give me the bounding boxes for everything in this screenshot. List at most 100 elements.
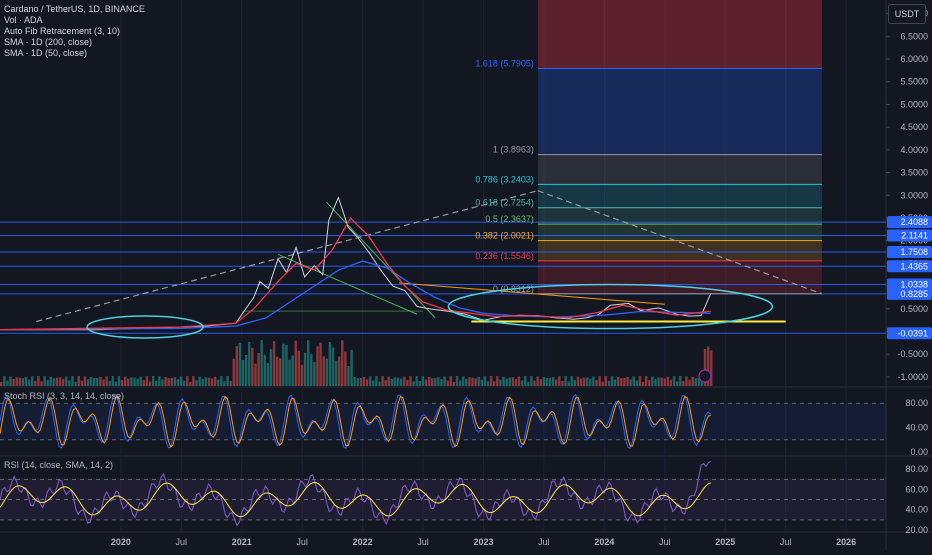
volume-bar bbox=[282, 343, 285, 386]
volume-bar bbox=[458, 380, 462, 386]
volume-bar bbox=[657, 377, 660, 386]
volume-bar bbox=[117, 376, 121, 386]
chart-app: 1.618 (5.7905) 1 (3.8963) 0.786 (3.2403) 0.… bbox=[0, 0, 932, 550]
volume-bar bbox=[443, 376, 446, 386]
volume-bar bbox=[319, 342, 322, 386]
rsi-axis-label: 40.00 bbox=[905, 505, 928, 515]
volume-bar bbox=[74, 381, 77, 386]
rsi-axis-label: 60.00 bbox=[905, 484, 928, 494]
volume-bar bbox=[155, 380, 158, 386]
volume-bar bbox=[558, 376, 561, 386]
legend-fib[interactable]: Auto Fib Retracement (3, 10) bbox=[4, 26, 145, 37]
volume-bar bbox=[272, 341, 276, 386]
time-axis-label: Jul bbox=[176, 537, 188, 547]
volume-bar bbox=[269, 349, 273, 386]
volume-bar bbox=[139, 376, 142, 386]
volume-bar bbox=[341, 340, 344, 386]
fib-level-label: 0.5 (2.3637) bbox=[485, 214, 534, 224]
chart-canvas[interactable]: 1.618 (5.7905) 1 (3.8963) 0.786 (3.2403) 0.… bbox=[0, 0, 932, 550]
volume-bar bbox=[468, 377, 471, 386]
price-axis-label: 0.5000 bbox=[900, 304, 928, 314]
volume-bar bbox=[679, 376, 682, 386]
volume-bar bbox=[300, 364, 304, 386]
volume-bar bbox=[167, 378, 170, 386]
volume-bar bbox=[685, 376, 688, 386]
alert-icon bbox=[698, 369, 712, 383]
volume-bar bbox=[396, 377, 400, 386]
wedge-line bbox=[325, 201, 436, 319]
volume-bar bbox=[334, 360, 338, 386]
volume-bar bbox=[651, 376, 654, 386]
volume-bar bbox=[192, 376, 195, 386]
volume-bar bbox=[461, 376, 465, 386]
volume-bar bbox=[204, 377, 208, 386]
legend-sma200[interactable]: SMA · 1D (200, close) bbox=[4, 37, 145, 48]
volume-bar bbox=[229, 381, 232, 386]
volume-bar bbox=[257, 352, 260, 386]
volume-bar bbox=[114, 381, 118, 386]
volume-bar bbox=[359, 378, 363, 386]
volume-bar bbox=[322, 356, 325, 386]
volume-bar bbox=[607, 380, 611, 386]
volume-bar bbox=[449, 376, 452, 386]
price-axis-label: 6.0000 bbox=[900, 54, 928, 64]
volume-bar bbox=[586, 377, 589, 386]
legend-sma50[interactable]: SMA · 1D (50, close) bbox=[4, 48, 145, 59]
volume-bar bbox=[434, 377, 437, 386]
price-tag-label: -0.0391 bbox=[897, 328, 928, 338]
volume-bar bbox=[77, 376, 80, 386]
volume-bar bbox=[179, 376, 183, 386]
volume-bar bbox=[573, 379, 577, 386]
volume-bar bbox=[325, 358, 328, 386]
volume-bar bbox=[632, 376, 635, 386]
volume-bar bbox=[555, 379, 558, 386]
volume-bar bbox=[672, 376, 676, 386]
volume-bar bbox=[418, 381, 421, 386]
volume-bar bbox=[517, 376, 521, 386]
price-axis-label: 3.0000 bbox=[900, 190, 928, 200]
volume-bar bbox=[316, 346, 319, 386]
volume-bar bbox=[238, 342, 242, 386]
volume-bar bbox=[375, 376, 378, 386]
legend-volume[interactable]: Vol · ADA bbox=[4, 15, 145, 26]
volume-bar bbox=[96, 378, 99, 386]
price-axis-label: -1.0000 bbox=[897, 372, 928, 382]
volume-bar bbox=[65, 376, 68, 386]
volume-bar bbox=[452, 381, 456, 386]
price-axis-label: 5.0000 bbox=[900, 99, 928, 109]
symbol-title[interactable]: Cardano / TetherUS, 1D, BINANCE bbox=[4, 4, 145, 15]
volume-bar bbox=[350, 349, 353, 386]
volume-bar bbox=[617, 376, 620, 386]
volume-bar bbox=[548, 378, 552, 386]
volume-bar bbox=[266, 362, 270, 386]
volume-bar bbox=[582, 377, 586, 386]
volume-bar bbox=[598, 376, 601, 386]
volume-bar bbox=[0, 382, 3, 386]
volume-bar bbox=[592, 376, 595, 386]
volume-bar bbox=[133, 377, 136, 386]
volume-bar bbox=[378, 381, 381, 386]
volume-bar bbox=[182, 380, 186, 386]
volume-bar bbox=[384, 380, 387, 386]
stoch-rsi-label[interactable]: Stoch RSI (3, 3, 14, 14, close) bbox=[4, 391, 124, 401]
volume-bar bbox=[455, 376, 459, 386]
volume-bar bbox=[313, 362, 316, 386]
volume-bar bbox=[120, 380, 124, 386]
volume-bar bbox=[217, 379, 220, 386]
time-axis-label: 2023 bbox=[473, 537, 493, 547]
volume-bar bbox=[493, 381, 496, 386]
volume-bar bbox=[108, 380, 111, 386]
time-axis-label: 2020 bbox=[111, 537, 131, 547]
volume-bar bbox=[446, 380, 449, 386]
volume-bar bbox=[251, 347, 254, 386]
volume-bar bbox=[542, 377, 546, 386]
volume-bar bbox=[80, 380, 84, 386]
volume-bar bbox=[220, 376, 223, 386]
volume-bar bbox=[486, 381, 490, 386]
stoch-axis-label: 40.00 bbox=[905, 423, 928, 433]
currency-button[interactable]: USDT bbox=[888, 4, 926, 24]
rsi-label[interactable]: RSI (14, close, SMA, 14, 2) bbox=[4, 460, 113, 470]
volume-bar bbox=[567, 381, 570, 386]
volume-bar bbox=[579, 378, 583, 386]
volume-bar bbox=[437, 377, 440, 386]
